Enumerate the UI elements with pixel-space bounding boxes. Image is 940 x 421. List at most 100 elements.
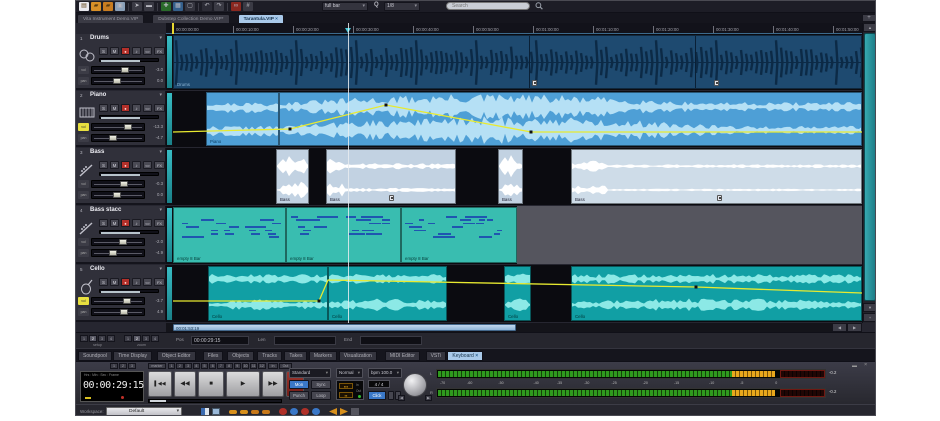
click-button[interactable]: Click — [368, 391, 386, 400]
dock-tab-markers[interactable]: Markers — [308, 351, 337, 361]
track-pan-slider[interactable] — [91, 308, 145, 316]
dock-tab-objects[interactable]: Objects — [227, 351, 255, 361]
marker-button-12[interactable]: 12 — [258, 363, 266, 369]
clip-midi[interactable]: empty 8 Bar — [401, 207, 517, 263]
clip-blong2[interactable]: Bass — [571, 149, 862, 204]
quantize-dropdown[interactable]: 1/8 ▾ — [384, 2, 420, 11]
play-mode-dropdown[interactable]: Standard ▾ — [289, 368, 331, 378]
mute-button[interactable]: M — [110, 161, 119, 169]
marker-button-5[interactable]: 5 — [200, 363, 209, 369]
track-vol-slider[interactable] — [91, 123, 145, 131]
loop-button[interactable]: Loop — [311, 391, 331, 400]
marker-button-6[interactable]: 6 — [209, 363, 217, 369]
save-icon[interactable]: ▣ — [115, 2, 125, 11]
marker-mode-button[interactable]: marker — [148, 363, 166, 369]
record-out-icon[interactable] — [301, 408, 309, 415]
slider-thumb[interactable] — [113, 78, 121, 84]
dock-tab-tracks[interactable]: Tracks — [257, 351, 283, 361]
marker-button-3[interactable]: 3 — [184, 363, 192, 369]
workspace-dropdown[interactable]: Default ▾ — [106, 407, 182, 415]
project-start-marker[interactable] — [172, 23, 174, 34]
setup-preset-button-1[interactable]: 1 — [80, 335, 88, 342]
clip-midi[interactable]: empty 8 Bar — [286, 207, 401, 263]
clip-burst[interactable]: Bass — [276, 149, 309, 204]
clip-burst[interactable]: Bass — [498, 149, 523, 204]
punch-button[interactable]: Punch — [289, 391, 309, 400]
transport-preset-button-2[interactable]: 2 — [119, 363, 127, 369]
fx-button[interactable]: FX — [154, 161, 165, 169]
playhead-line[interactable] — [348, 23, 349, 323]
close-icon[interactable]: × — [275, 17, 278, 22]
docking-icon[interactable] — [212, 408, 220, 415]
monitor-button[interactable]: ♪ — [132, 104, 141, 112]
undo-icon[interactable]: ↶ — [202, 2, 212, 11]
vertical-scroll-thumb[interactable] — [864, 33, 875, 301]
monitor-out-icon[interactable] — [312, 408, 320, 415]
mute-button[interactable]: M — [110, 104, 119, 112]
misc-icon[interactable] — [351, 408, 359, 415]
skip-start-button[interactable]: ▌◀◀ — [148, 371, 172, 397]
dock-tab-midi-editor[interactable]: MIDI Editor — [384, 351, 420, 361]
loop-icon[interactable]: ∞ — [231, 2, 241, 11]
monitor-icon[interactable]: ▢ — [185, 2, 195, 11]
track-header-drums[interactable]: 1 Drums ▾ S M ● ♪ ▭ FX vol -3.0 pan 0.0 — [76, 34, 166, 90]
click-options-button-1[interactable] — [388, 391, 394, 400]
add-track-button[interactable]: + — [862, 14, 875, 22]
clip-midi[interactable]: empty 8 Bar — [173, 207, 286, 263]
monitor-button[interactable]: ♪ — [132, 47, 141, 55]
scroll-down-icon[interactable]: ▼ — [863, 303, 875, 312]
end-value-field[interactable] — [360, 336, 422, 345]
audio-cable-icon[interactable] — [229, 410, 237, 414]
mixer-icon[interactable]: ▦ — [173, 2, 183, 11]
dock-tab-time-display[interactable]: Time Display — [113, 351, 153, 361]
marker-button-1[interactable]: 1 — [168, 363, 176, 369]
window-layout-icon[interactable] — [201, 408, 209, 415]
scrub-slider-thumb[interactable] — [150, 400, 166, 402]
zoom-preset-button-1[interactable]: 1 — [124, 335, 132, 342]
automation-button[interactable]: ▭ — [143, 47, 152, 55]
automation-button[interactable]: ▭ — [143, 104, 152, 112]
document-tab-2[interactable]: Tarantula.VIP × — [237, 14, 284, 23]
track-header-piano[interactable]: 2 Piano ▾ S M ● ♪ ▭ FX vol -13.3 pan -4.7 — [76, 91, 166, 147]
track-header-bass[interactable]: 3 Bass ▾ S M ● ♪ ▭ FX vol -0.3 pan 0.0 — [76, 148, 166, 205]
mute-button[interactable]: M — [110, 47, 119, 55]
open-folder-icon[interactable]: ▰ — [91, 2, 101, 11]
zoom-in-icon[interactable]: + — [863, 313, 875, 322]
range-tool-icon[interactable]: ▬ — [144, 2, 154, 11]
dock-minimize-icon[interactable]: ▬ — [852, 363, 857, 369]
midi-cable-icon-2[interactable] — [262, 410, 270, 414]
pos-value-field[interactable]: 00:00:29:15 — [191, 336, 249, 345]
automation-button[interactable]: ▭ — [143, 161, 152, 169]
transport-preset-button-3[interactable]: 3 — [128, 363, 136, 369]
solo-button[interactable]: S — [99, 104, 108, 112]
vertical-scrollbar[interactable]: ▲ ▼ + — [862, 23, 875, 323]
scroll-left-icon[interactable]: ◀ — [832, 323, 847, 332]
monitor-button[interactable]: Mon — [289, 380, 309, 389]
volume-knob[interactable] — [403, 373, 427, 397]
snap-mode-dropdown[interactable]: full bar ▾ — [322, 2, 368, 11]
track-lane-4[interactable]: empty 8 Bar empty 8 Bar empty 8 Bar — [173, 206, 862, 264]
track-vol-slider[interactable] — [91, 238, 145, 246]
slider-thumb[interactable] — [123, 298, 131, 304]
zoom-preset-button-2[interactable]: 2 — [133, 335, 141, 342]
knob-left-icon[interactable]: ◀ — [398, 395, 405, 401]
fx-button[interactable]: FX — [154, 219, 165, 227]
knob-right-icon[interactable]: ▶ — [425, 395, 432, 401]
audio-cable-icon-2[interactable] — [240, 410, 248, 414]
stop-button[interactable]: ■ — [198, 371, 224, 397]
track-header-cello[interactable]: 5 Cello ▾ S M ● ♪ ▭ FX vol -3.7 pan 4.9 — [76, 265, 166, 322]
record-in-icon[interactable] — [279, 408, 287, 415]
solo-button[interactable]: S — [99, 161, 108, 169]
mute-button[interactable]: M — [110, 278, 119, 286]
dock-tab-vsti[interactable]: VSTi — [425, 351, 447, 361]
zoom-preset-button-4[interactable]: 4 — [151, 335, 159, 342]
open-project-icon[interactable]: ▰ — [103, 2, 113, 11]
shift-right-icon[interactable] — [340, 408, 348, 415]
slider-thumb[interactable] — [113, 192, 121, 198]
document-tab-1[interactable]: Dubstep Collection Demo.VIP* — [152, 14, 230, 23]
record-button[interactable]: ● — [121, 219, 130, 227]
pointer-tool-icon[interactable]: ➤ — [132, 2, 142, 11]
setup-preset-button-3[interactable]: 3 — [98, 335, 106, 342]
forward-button[interactable]: ▶▶ — [262, 371, 284, 397]
midi-cable-icon[interactable] — [251, 410, 259, 414]
